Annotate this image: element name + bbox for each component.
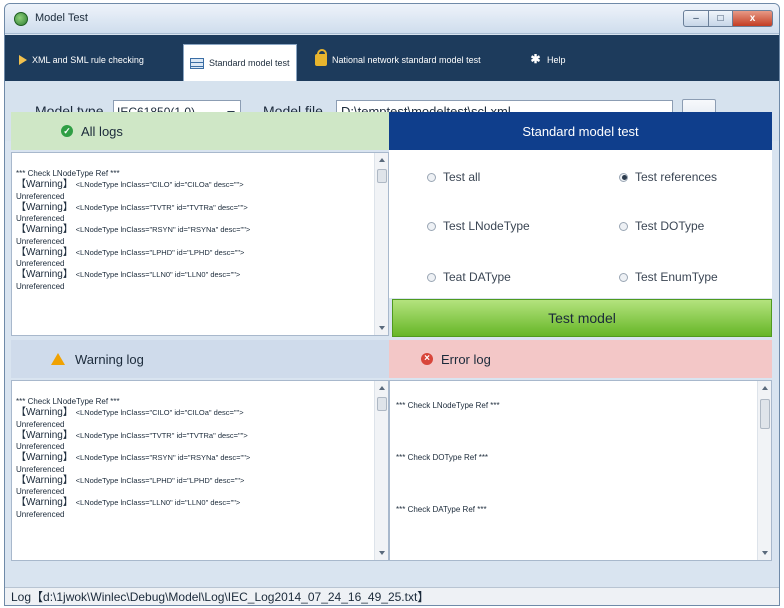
log-line: Unreferenced (16, 214, 65, 223)
warning-log-textbox[interactable]: *** Check LNodeType Ref *** 【Warning】 <L… (11, 380, 389, 561)
standard-test-header: Standard model test (389, 112, 772, 150)
log-line: Unreferenced (16, 236, 65, 246)
standard-test-options: Test all Test references Test LNodeType … (389, 150, 772, 298)
test-model-button[interactable]: Test model (392, 299, 772, 337)
scroll-thumb[interactable] (377, 397, 387, 411)
close-button[interactable]: x (733, 10, 773, 27)
error-log-title: Error log (441, 351, 491, 367)
tab-label: XML and SML rule checking (32, 54, 144, 65)
radio-icon (427, 172, 436, 182)
radio-icon (619, 221, 628, 231)
check-circle-icon: ✓ (61, 125, 73, 137)
window-controls: – □ x (683, 10, 773, 27)
radio-test-references[interactable]: Test references (619, 170, 717, 184)
log-line: *** Check LNodeType Ref *** (16, 397, 120, 406)
scrollbar[interactable] (374, 381, 388, 560)
log-entry: 【Warning】 <LNodeType lnClass="CILO" id="… (16, 179, 244, 190)
all-logs-header: ✓ All logs (11, 112, 389, 150)
log-line: *** Check LNodeType Ref *** (16, 169, 120, 178)
log-line: *** Check DOType Ref *** (396, 453, 489, 462)
tab-national-network-test[interactable]: National network standard model test (309, 46, 487, 73)
error-log-textbox[interactable]: *** Check LNodeType Ref *** *** Check DO… (389, 380, 772, 561)
log-line: Unreferenced (16, 442, 65, 451)
radio-test-datype[interactable]: Teat DAType (427, 270, 511, 284)
scroll-up-icon[interactable] (379, 158, 385, 162)
log-entry: 【Warning】 <LNodeType lnClass="RSYN" id="… (16, 224, 251, 235)
scroll-down-icon[interactable] (762, 551, 768, 555)
log-entry: 【Warning】 <LNodeType lnClass="TVTR" id="… (16, 429, 248, 441)
error-icon: × (421, 353, 433, 365)
log-line: Unreferenced (16, 281, 65, 291)
radio-icon (427, 221, 436, 231)
scroll-up-icon[interactable] (762, 386, 768, 390)
radio-test-dotype[interactable]: Test DOType (619, 219, 704, 233)
error-log-header: × Error log (389, 340, 772, 378)
log-entry: 【Warning】 <LNodeType lnClass="CILO" id="… (16, 407, 244, 418)
log-entry: 【Warning】 <LNodeType lnClass="TVTR" id="… (16, 201, 248, 213)
log-line: Unreferenced (16, 464, 65, 474)
tab-help[interactable]: ✱ Help (523, 46, 572, 73)
warning-log-title: Warning log (75, 351, 144, 367)
scrollbar[interactable] (757, 381, 771, 560)
log-line: *** Check DAType Ref *** (396, 505, 487, 514)
radio-icon (427, 272, 436, 282)
lock-icon (315, 48, 327, 66)
all-logs-title: All logs (81, 123, 123, 139)
scroll-down-icon[interactable] (379, 551, 385, 555)
log-line: *** Check LNodeType Ref *** (396, 401, 500, 410)
window-title: Model Test (35, 12, 88, 24)
minimize-button[interactable]: – (683, 10, 709, 27)
warning-icon (51, 353, 65, 365)
tab-label: National network standard model test (332, 54, 481, 65)
log-entry: 【Warning】 <LNodeType lnClass="LLN0" id="… (16, 497, 241, 508)
all-logs-textbox[interactable]: *** Check LNodeType Ref *** 【Warning】 <L… (11, 152, 389, 336)
scroll-down-icon[interactable] (379, 326, 385, 330)
maximize-button[interactable]: □ (709, 10, 733, 27)
app-window: Model Test – □ x XML and SML rule checki… (4, 3, 780, 606)
log-entry: 【Warning】 <LNodeType lnClass="LLN0" id="… (16, 269, 241, 280)
tab-standard-model-test[interactable]: Standard model test (183, 44, 297, 81)
help-icon: ✱ (530, 52, 541, 66)
radio-test-enumtype[interactable]: Test EnumType (619, 270, 718, 284)
radio-test-all[interactable]: Test all (427, 170, 480, 184)
log-entry: 【Warning】 <LNodeType lnClass="LPHD" id="… (16, 246, 245, 258)
tab-label: Help (547, 54, 566, 65)
log-entry: 【Warning】 <LNodeType lnClass="LPHD" id="… (16, 474, 245, 486)
log-line: Unreferenced (16, 259, 65, 268)
scroll-thumb[interactable] (377, 169, 387, 183)
scroll-thumb[interactable] (760, 399, 770, 429)
tab-label: Standard model test (209, 58, 290, 68)
log-line: Unreferenced (16, 191, 65, 201)
log-line: Unreferenced (16, 509, 65, 519)
arrow-icon (19, 54, 27, 65)
radio-selected-icon (619, 172, 628, 182)
log-line: Unreferenced (16, 419, 65, 429)
title-bar: Model Test – □ x (5, 4, 779, 34)
scrollbar[interactable] (374, 153, 388, 335)
warning-log-header: Warning log (11, 340, 389, 378)
status-bar: Log【d:\1jwok\Winlec\Debug\Model\Log\IEC_… (5, 587, 779, 605)
table-icon (190, 57, 204, 69)
radio-test-lnodetype[interactable]: Test LNodeType (427, 219, 530, 233)
standard-test-title: Standard model test (522, 123, 639, 139)
log-line: Unreferenced (16, 487, 65, 496)
radio-icon (619, 272, 628, 282)
scroll-up-icon[interactable] (379, 386, 385, 390)
tab-bar: XML and SML rule checking Standard model… (5, 35, 779, 81)
log-entry: 【Warning】 <LNodeType lnClass="RSYN" id="… (16, 452, 251, 463)
app-icon (14, 12, 28, 26)
tab-xml-rule-checking[interactable]: XML and SML rule checking (13, 46, 150, 73)
